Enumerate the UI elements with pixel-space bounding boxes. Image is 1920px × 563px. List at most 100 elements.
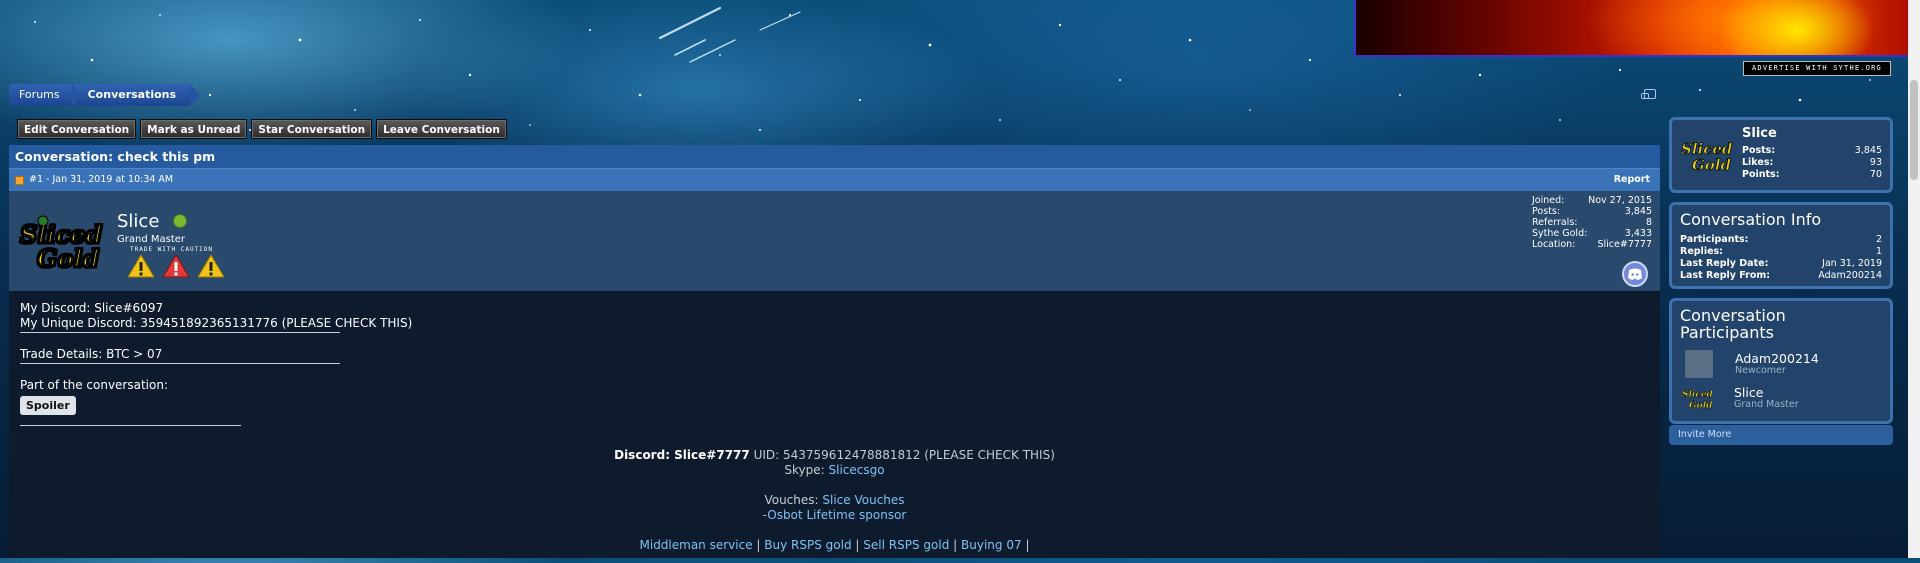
part-of-conversation-label: Part of the conversation: xyxy=(20,378,168,392)
stat-value: Slice#7777 xyxy=(1597,239,1652,250)
signature-discord: Discord: Slice#7777 xyxy=(614,448,750,462)
middleman-link[interactable]: Middleman service xyxy=(640,538,753,552)
separator: | xyxy=(855,538,860,552)
buying-07-link[interactable]: Buying 07 xyxy=(961,538,1022,552)
scrollbar-thumb[interactable] xyxy=(1910,80,1918,180)
stat-label: Referrals: xyxy=(1532,217,1578,228)
advertise-link[interactable]: ADVERTISE WITH SYTHE.ORG xyxy=(1743,61,1891,76)
breadcrumb-conversations[interactable]: Conversations xyxy=(71,84,201,106)
divider xyxy=(20,332,340,347)
stat-value: 93 xyxy=(1869,157,1882,168)
collapse-sidebar-icon[interactable] xyxy=(1641,89,1656,99)
profile-stat: Points: 70 xyxy=(1742,169,1882,181)
page-scrollbar[interactable] xyxy=(1908,0,1920,558)
slicedgold-logo-icon: Sliced Gold xyxy=(1681,140,1734,175)
conversation-participants-card: Conversation Participants Adam200214 New… xyxy=(1669,298,1893,424)
online-status-icon xyxy=(173,214,187,228)
signature-uid: UID: 543759612478881812 (PLEASE CHECK TH… xyxy=(753,448,1055,462)
edit-conversation-button[interactable]: Edit Conversation xyxy=(17,119,137,139)
stat-value: 8 xyxy=(1645,217,1652,228)
signature: Discord: Slice#7777 UID: 543759612478881… xyxy=(20,448,1649,553)
info-value: 1 xyxy=(1875,246,1882,257)
separator: | xyxy=(1025,538,1030,552)
svg-text:Gold: Gold xyxy=(1689,401,1713,411)
mark-unread-button[interactable]: Mark as Unread xyxy=(140,119,248,139)
info-label: Last Reply Date: xyxy=(1680,258,1769,269)
sell-rsps-gold-link[interactable]: Sell RSPS gold xyxy=(863,538,949,552)
spoiler-button[interactable]: Spoiler xyxy=(20,396,76,415)
svg-text:Gold: Gold xyxy=(1692,156,1732,174)
osbot-sponsor-link[interactable]: -Osbot Lifetime sponsor xyxy=(20,508,1649,523)
info-value[interactable]: Adam200214 xyxy=(1818,270,1882,282)
signature-divider xyxy=(20,425,241,440)
info-value: 2 xyxy=(1875,234,1882,245)
conversation-panel: Conversation: check this pm #1 - Jan 31,… xyxy=(9,145,1660,558)
signature-services-line: Middleman service | Buy RSPS gold | Sell… xyxy=(20,538,1649,553)
participant-item[interactable]: Sliced Gold Slice Grand Master xyxy=(1680,381,1882,415)
stat-row: Referrals: 8 xyxy=(1532,217,1652,228)
participant-name[interactable]: Adam200214 xyxy=(1735,352,1819,365)
skype-link[interactable]: Slicecsgo xyxy=(829,463,885,477)
stat-row: Joined: Nov 27, 2015 xyxy=(1532,195,1652,206)
author-stats: Joined: Nov 27, 2015 Posts: 3,845 Referral… xyxy=(1532,195,1652,250)
participant-avatar-logo: Sliced Gold xyxy=(1682,384,1716,412)
participant-name[interactable]: Slice xyxy=(1734,386,1799,399)
signature-vouches-line: Vouches: Slice Vouches xyxy=(20,493,1649,508)
stat-value: 3,845 xyxy=(1854,145,1882,156)
profile-name[interactable]: Slice xyxy=(1742,126,1882,142)
advertisement-banner[interactable] xyxy=(1354,0,1914,57)
stat-label: Joined: xyxy=(1532,195,1565,206)
info-label: Last Reply From: xyxy=(1680,270,1771,281)
message-line: My Discord: Slice#6097 xyxy=(20,301,164,315)
info-value: Jan 31, 2019 xyxy=(1822,258,1882,269)
signature-discord-line: Discord: Slice#7777 UID: 543759612478881… xyxy=(20,448,1649,463)
buy-rsps-gold-link[interactable]: Buy RSPS gold xyxy=(764,538,851,552)
profile-stat: Posts: 3,845 xyxy=(1742,145,1882,157)
message-body: My Discord: Slice#6097 My Unique Discord… xyxy=(9,291,1660,563)
default-avatar xyxy=(1685,350,1713,378)
leave-conversation-button[interactable]: Leave Conversation xyxy=(376,119,507,139)
info-row: Participants: 2 xyxy=(1680,234,1882,246)
profile-avatar-logo[interactable]: Sliced Gold xyxy=(1680,132,1736,178)
post-meta[interactable]: #1 - Jan 31, 2019 at 10:34 AM xyxy=(29,169,173,191)
participant-rank: Grand Master xyxy=(1734,399,1799,410)
author-rank: Grand Master xyxy=(117,234,186,245)
slicedgold-logo-icon: Sliced Gold xyxy=(20,215,103,274)
stat-row: Posts: 3,845 xyxy=(1532,206,1652,217)
info-label: Participants: xyxy=(1680,234,1749,245)
breadcrumb-forums[interactable]: Forums xyxy=(9,84,82,106)
author-avatar-logo[interactable]: Sliced Gold xyxy=(17,213,111,275)
stat-label: Sythe Gold: xyxy=(1532,228,1588,239)
divider xyxy=(20,363,340,378)
sidebar: Sliced Gold Slice Posts: 3,845 Likes: 93 P… xyxy=(1669,117,1893,445)
stat-label: Posts: xyxy=(1742,145,1776,156)
stat-label: Location: xyxy=(1532,239,1576,250)
profile-stat: Likes: 93 xyxy=(1742,157,1882,169)
invite-more-button[interactable]: Invite More xyxy=(1669,425,1893,445)
conversation-info-title: Conversation Info xyxy=(1680,210,1822,229)
separator: | xyxy=(953,538,958,552)
vouches-label: Vouches: xyxy=(764,493,819,507)
report-link[interactable]: Report xyxy=(1614,169,1660,191)
discord-icon[interactable] xyxy=(1622,261,1648,287)
stat-row: Location: Slice#7777 xyxy=(1532,239,1652,250)
vouches-link[interactable]: Slice Vouches xyxy=(822,493,904,507)
skype-label: Skype: xyxy=(784,463,825,477)
conversation-title: Conversation: check this pm xyxy=(9,145,1660,168)
author-name[interactable]: Slice xyxy=(117,211,159,232)
participants-title: Conversation Participants xyxy=(1680,306,1786,342)
stat-value: 3,845 xyxy=(1624,206,1652,217)
star-conversation-button[interactable]: Star Conversation xyxy=(251,119,373,139)
discord-logo-icon xyxy=(1628,268,1642,280)
warning-red-icon xyxy=(162,254,190,278)
trade-caution-label: TRADE WITH CAUTION xyxy=(130,246,214,253)
post-header: #1 - Jan 31, 2019 at 10:34 AM Report xyxy=(9,168,1660,191)
breadcrumb: Forums Conversations xyxy=(9,84,201,106)
participant-item[interactable]: Adam200214 Newcomer xyxy=(1680,347,1882,381)
slicedgold-logo-icon: Sliced Gold xyxy=(1682,390,1714,411)
stat-value: 3,433 xyxy=(1624,228,1652,239)
info-row: Last Reply Date: Jan 31, 2019 xyxy=(1680,258,1882,270)
conversation-info-card: Conversation Info Participants: 2 Replies… xyxy=(1669,202,1893,289)
